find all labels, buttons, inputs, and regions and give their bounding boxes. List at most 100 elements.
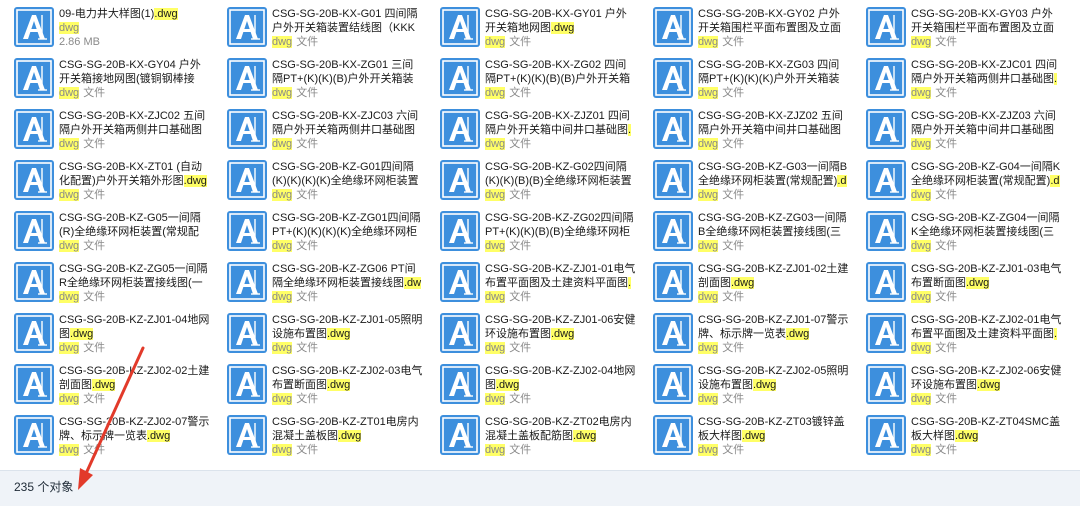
file-info: CSG-SG-20B-KX-GY01 户外开关箱地网图.dwg dwg 文件: [485, 7, 637, 49]
file-info: CSG-SG-20B-KZ-ZT04SMC盖板大样图.dwg dwg 文件: [911, 415, 1063, 457]
file-item[interactable]: CSG-SG-20B-KZ-ZJ01-01电气布置平面图及土建资料平面图. dwg…: [426, 259, 639, 309]
file-name: CSG-SG-20B-KZ-ZJ02-03电气布置断面图.dwg: [272, 364, 424, 392]
file-info: CSG-SG-20B-KZ-ZT03镀锌盖板大样图.dwg dwg 文件: [698, 415, 850, 457]
file-type-label: 文件: [509, 393, 532, 405]
file-type: dwg 文件: [911, 188, 1063, 202]
file-type: dwg 文件: [59, 188, 211, 202]
file-name: CSG-SG-20B-KZ-ZT01电房内混凝土盖板图.dwg: [272, 415, 424, 443]
file-info: CSG-SG-20B-KZ-ZT01电房内混凝土盖板图.dwg dwg 文件: [272, 415, 424, 457]
file-name-text: CSG-SG-20B-KZ-G01四间隔(K)(K)(K)(K)全绝缘环网柜装置…: [272, 161, 419, 187]
file-type: dwg 文件: [272, 290, 424, 304]
file-item[interactable]: CSG-SG-20B-KZ-ZT04SMC盖板大样图.dwg dwg 文件: [852, 412, 1065, 462]
file-item[interactable]: CSG-SG-20B-KZ-ZG03一间隔B全绝缘环网柜装置接线图(三遥配置).…: [639, 208, 852, 258]
file-info: CSG-SG-20B-KX-ZJC02 五间隔户外开关箱两侧井口基础图(自动化配…: [59, 109, 211, 151]
file-item[interactable]: CSG-SG-20B-KX-ZJZ01 四间隔户外开关箱中间井口基础图.dwgd…: [426, 106, 639, 156]
file-name-text: CSG-SG-20B-KZ-ZJ02-01电气布置平面图及土建资料平面图: [911, 314, 1062, 340]
file-item[interactable]: CSG-SG-20B-KX-ZJC01 四间隔户外开关箱两侧井口基础图.dwgd…: [852, 55, 1065, 105]
file-item[interactable]: CSG-SG-20B-KZ-ZG01四间隔PT+(K)(K)(K)(K)全绝缘环…: [213, 208, 426, 258]
file-item[interactable]: CSG-SG-20B-KZ-G01四间隔(K)(K)(K)(K)全绝缘环网柜装置…: [213, 157, 426, 207]
file-name: CSG-SG-20B-KZ-ZJ01-04地网图.dwg: [59, 313, 211, 341]
file-item[interactable]: CSG-SG-20B-KX-ZG03 四间隔PT+(K)(K)(K)户外开关箱装…: [639, 55, 852, 105]
file-item[interactable]: CSG-SG-20B-KZ-ZJ02-04地网图.dwg dwg 文件: [426, 361, 639, 411]
file-item[interactable]: CSG-SG-20B-KZ-G03一间隔B全绝缘环网柜装置(常规配置).dwgd…: [639, 157, 852, 207]
file-type-label: 文件: [935, 240, 958, 252]
file-item[interactable]: CSG-SG-20B-KZ-ZJ02-06安健环设施布置图.dwg dwg 文件: [852, 361, 1065, 411]
file-type: dwg 文件: [272, 86, 424, 100]
file-type-ext: dwg: [59, 393, 80, 405]
file-type-ext: dwg: [485, 36, 506, 48]
file-item[interactable]: CSG-SG-20B-KX-ZJZ02 五间隔户外开关箱中间井口基础图(自动化配…: [639, 106, 852, 156]
file-name-text: CSG-SG-20B-KX-ZG03 四间隔PT+(K)(K)(K)户外开关箱装…: [698, 59, 840, 85]
file-item[interactable]: CSG-SG-20B-KZ-ZJ01-04地网图.dwg dwg 文件: [0, 310, 213, 360]
file-info: CSG-SG-20B-KZ-ZG01四间隔PT+(K)(K)(K)(K)全绝缘环…: [272, 211, 424, 253]
file-item[interactable]: CSG-SG-20B-KZ-ZJ01-07警示牌、标示牌一览表.dwg dwg 文件: [639, 310, 852, 360]
file-item[interactable]: CSG-SG-20B-KZ-ZG04一间隔K全绝缘环网柜装置接线图(三遥配置).…: [852, 208, 1065, 258]
file-type-label: 文件: [722, 393, 745, 405]
file-type-label: 文件: [509, 36, 532, 48]
file-size: 2.86 MB: [59, 36, 100, 48]
file-item[interactable]: CSG-SG-20B-KZ-ZJ01-05照明设施布置图.dwg dwg 文件: [213, 310, 426, 360]
file-name-text: CSG-SG-20B-KZ-ZJ01-01电气布置平面图及土建资料平面图: [485, 263, 636, 289]
file-name: CSG-SG-20B-KX-GY02 户外开关箱围栏平面布置图及立面图（两间隔）: [698, 7, 850, 35]
file-item[interactable]: CSG-SG-20B-KX-GY02 户外开关箱围栏平面布置图及立面图（两间隔）…: [639, 4, 852, 54]
file-item[interactable]: CSG-SG-20B-KZ-ZT03镀锌盖板大样图.dwg dwg 文件: [639, 412, 852, 462]
file-item[interactable]: CSG-SG-20B-KX-GY03 户外开关箱围栏平面布置图及立面图（中间隔）…: [852, 4, 1065, 54]
file-extension: .dwg: [327, 379, 351, 391]
file-item[interactable]: CSG-SG-20B-KZ-ZT02电房内混凝土盖板配筋图.dwg dwg 文件: [426, 412, 639, 462]
file-item[interactable]: CSG-SG-20B-KX-ZT01 (自动化配置)户外开关箱外形图.dwg dw…: [0, 157, 213, 207]
autocad-dwg-icon: [227, 7, 267, 47]
file-name: CSG-SG-20B-KZ-ZJ01-03电气布置断面图.dwg: [911, 262, 1063, 290]
file-item[interactable]: CSG-SG-20B-KZ-ZJ01-02土建剖面图.dwg dwg 文件: [639, 259, 852, 309]
file-item[interactable]: CSG-SG-20B-KX-GY01 户外开关箱地网图.dwg dwg 文件: [426, 4, 639, 54]
file-item[interactable]: CSG-SG-20B-KZ-ZG05一间隔R全绝缘环网柜装置接线图(一遥配置).…: [0, 259, 213, 309]
file-type-label: 文件: [935, 138, 958, 150]
autocad-dwg-icon: [653, 415, 693, 455]
file-name: CSG-SG-20B-KX-ZJZ01 四间隔户外开关箱中间井口基础图.dwg: [485, 109, 637, 137]
autocad-dwg-icon: [14, 364, 54, 404]
file-item[interactable]: CSG-SG-20B-KX-ZG01 三间隔PT+(K)(K)(B)户外开关箱装…: [213, 55, 426, 105]
file-item[interactable]: CSG-SG-20B-KX-GY04 户外开关箱接地网图(镀铜钢棒接地).dwg…: [0, 55, 213, 105]
file-item[interactable]: CSG-SG-20B-KZ-ZG06 PT间隔全绝缘环网柜装置接线图.dwgdw…: [213, 259, 426, 309]
file-type-ext: dwg: [698, 138, 719, 150]
file-item[interactable]: CSG-SG-20B-KX-ZG02 四间隔PT+(K)(K)(B)(B)户外开…: [426, 55, 639, 105]
file-type-label: 文件: [296, 444, 319, 456]
file-item[interactable]: CSG-SG-20B-KZ-G05一间隔(R)全绝缘环网柜装置(常规配置).dw…: [0, 208, 213, 258]
file-item[interactable]: CSG-SG-20B-KZ-ZJ02-02土建剖面图.dwg dwg 文件: [0, 361, 213, 411]
file-item[interactable]: CSG-SG-20B-KZ-G04一间隔K全绝缘环网柜装置(常规配置).dwgd…: [852, 157, 1065, 207]
file-item[interactable]: 09-电力井大样图(1).dwg dwg 2.86 MB: [0, 4, 213, 54]
file-item[interactable]: CSG-SG-20B-KX-ZJZ03 六间隔户外开关箱中间井口基础图(自动化配…: [852, 106, 1065, 156]
file-item[interactable]: CSG-SG-20B-KX-ZJC03 六间隔户外开关箱两侧井口基础图(自动化配…: [213, 106, 426, 156]
file-info: CSG-SG-20B-KZ-ZT02电房内混凝土盖板配筋图.dwg dwg 文件: [485, 415, 637, 457]
autocad-dwg-icon: [866, 313, 906, 353]
file-item[interactable]: CSG-SG-20B-KZ-G02四间隔(K)(K)(B)(B)全绝缘环网柜装置…: [426, 157, 639, 207]
file-type: dwg 文件: [59, 341, 211, 355]
file-item[interactable]: CSG-SG-20B-KX-G01 四间隔户外开关箱装置结线图（KKKK)(常规…: [213, 4, 426, 54]
file-type: dwg 文件: [59, 86, 211, 100]
file-name: CSG-SG-20B-KX-ZJC03 六间隔户外开关箱两侧井口基础图(自动化配…: [272, 109, 424, 137]
file-info: CSG-SG-20B-KZ-ZJ01-01电气布置平面图及土建资料平面图. dwg…: [485, 262, 637, 304]
file-name: CSG-SG-20B-KZ-ZJ02-06安健环设施布置图.dwg: [911, 364, 1063, 392]
file-type-label: 文件: [296, 138, 319, 150]
file-type-ext: dwg: [272, 240, 293, 252]
autocad-dwg-icon: [866, 109, 906, 149]
file-type-label: 文件: [722, 240, 745, 252]
file-item[interactable]: CSG-SG-20B-KZ-ZJ01-06安健环设施布置图.dwg dwg 文件: [426, 310, 639, 360]
file-type-label: 文件: [296, 189, 319, 201]
file-name-text: CSG-SG-20B-KX-ZJZ03 六间隔户外开关箱中间井口基础图(自动化配…: [911, 110, 1056, 136]
file-item[interactable]: CSG-SG-20B-KZ-ZJ02-07警示牌、标示牌一览表.dwg dwg 文件: [0, 412, 213, 462]
file-type: dwg 文件: [698, 35, 850, 49]
file-item[interactable]: CSG-SG-20B-KX-ZJC02 五间隔户外开关箱两侧井口基础图(自动化配…: [0, 106, 213, 156]
file-item[interactable]: CSG-SG-20B-KZ-ZJ02-05照明设施布置图.dwg dwg 文件: [639, 361, 852, 411]
file-type-label: 文件: [83, 444, 106, 456]
file-item[interactable]: CSG-SG-20B-KZ-ZJ02-01电气布置平面图及土建资料平面图. dwg…: [852, 310, 1065, 360]
file-type-ext: dwg: [485, 393, 506, 405]
file-type: dwg 文件: [485, 188, 637, 202]
file-extension: .dwg: [154, 8, 178, 20]
file-item[interactable]: CSG-SG-20B-KZ-ZJ01-03电气布置断面图.dwg dwg 文件: [852, 259, 1065, 309]
file-type-label: 文件: [83, 189, 106, 201]
file-item[interactable]: CSG-SG-20B-KZ-ZG02四间隔PT+(K)(K)(B)(B)全绝缘环…: [426, 208, 639, 258]
file-item[interactable]: CSG-SG-20B-KZ-ZJ02-03电气布置断面图.dwg dwg 文件: [213, 361, 426, 411]
file-type-label: 文件: [935, 342, 958, 354]
autocad-dwg-icon: [227, 109, 267, 149]
file-item[interactable]: CSG-SG-20B-KZ-ZT01电房内混凝土盖板图.dwg dwg 文件: [213, 412, 426, 462]
